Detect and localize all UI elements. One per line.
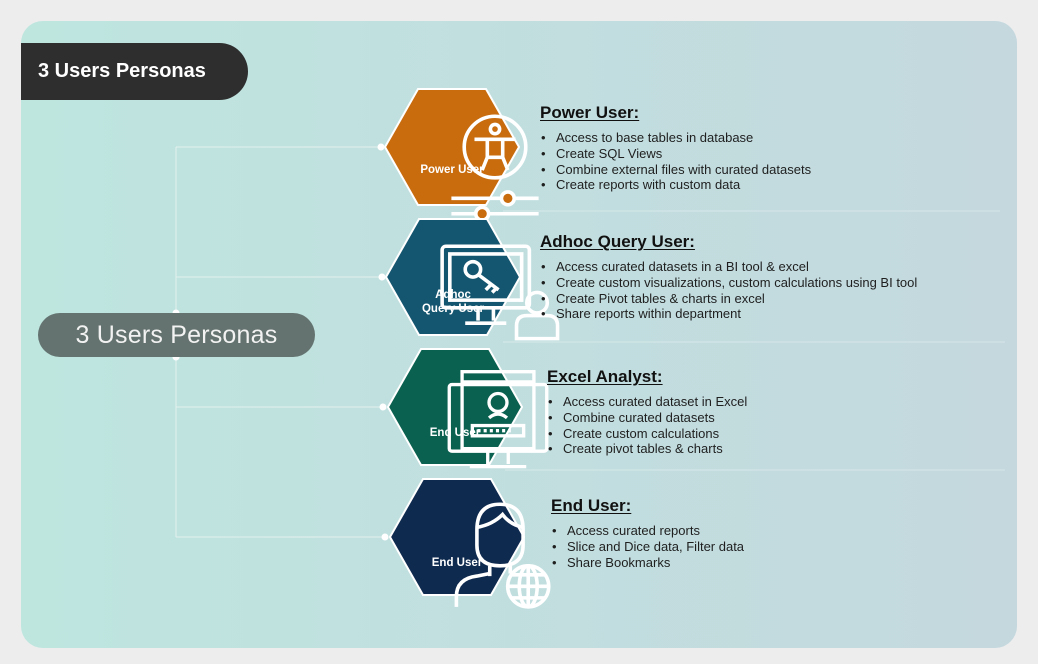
section-heading: Excel Analyst: bbox=[547, 367, 663, 386]
persona-hex-adhoc-query-user: Adhoc Query User bbox=[385, 218, 560, 341]
hex-label: Power User bbox=[420, 164, 484, 176]
bullet-item: Create Pivot tables & charts in excel bbox=[540, 291, 917, 307]
bullet-item: Create reports with custom data bbox=[540, 177, 811, 193]
bullet-list: Access to base tables in database Create… bbox=[540, 130, 811, 193]
bullet-item: Access curated datasets in a BI tool & e… bbox=[540, 259, 917, 275]
persona-hex-excel-analyst: End User bbox=[387, 348, 549, 469]
bullet-item: Create custom calculations bbox=[547, 426, 747, 442]
hex-label: End User bbox=[431, 557, 483, 569]
section-heading: End User: bbox=[551, 496, 632, 515]
hex-label-line-2: Query User bbox=[421, 303, 484, 315]
hex-label: Adhoc Query User bbox=[385, 288, 521, 316]
persona-section-power-user: Power User: Access to base tables in dat… bbox=[540, 102, 811, 193]
bullet-list: Access curated datasets in a BI tool & e… bbox=[540, 259, 917, 322]
accessibility-sliders-icon bbox=[427, 106, 539, 222]
persona-section-excel-analyst: Excel Analyst: Access curated dataset in… bbox=[547, 366, 747, 457]
bullet-item: Share Bookmarks bbox=[551, 555, 744, 571]
bullet-item: Share reports within department bbox=[540, 306, 917, 322]
center-node-label: 3 Users Personas bbox=[75, 320, 278, 349]
bullet-item: Create SQL Views bbox=[540, 146, 811, 162]
bullet-item: Access curated dataset in Excel bbox=[547, 394, 747, 410]
bullet-list: Access curated dataset in Excel Combine … bbox=[547, 394, 747, 457]
bullet-item: Access to base tables in database bbox=[540, 130, 811, 146]
monitor-key-user-icon bbox=[428, 236, 560, 341]
monitor-login-icon bbox=[430, 364, 549, 469]
section-heading: Power User: bbox=[540, 103, 640, 122]
section-heading: Adhoc Query User: bbox=[540, 232, 695, 251]
bullet-item: Create custom visualizations, custom cal… bbox=[540, 275, 917, 291]
title-badge: 3 Users Personas bbox=[21, 43, 248, 100]
hex-label: End User bbox=[429, 427, 481, 439]
bullet-item: Create pivot tables & charts bbox=[547, 441, 747, 457]
bullet-item: Access curated reports bbox=[551, 523, 744, 539]
center-node: 3 Users Personas bbox=[38, 313, 315, 357]
bullet-item: Combine external files with curated data… bbox=[540, 162, 811, 178]
bullet-item: Combine curated datasets bbox=[547, 410, 747, 426]
bullet-list: Access curated reports Slice and Dice da… bbox=[551, 523, 744, 570]
persona-hex-power-user: Power User bbox=[384, 88, 539, 222]
persona-section-adhoc-query-user: Adhoc Query User: Access curated dataset… bbox=[540, 231, 917, 322]
bullet-item: Slice and Dice data, Filter data bbox=[551, 539, 744, 555]
hex-label-line-1: Adhoc bbox=[435, 289, 471, 301]
user-globe-icon bbox=[432, 494, 551, 609]
page-title: 3 Users Personas bbox=[38, 60, 206, 82]
persona-hex-end-user: End User bbox=[389, 478, 551, 609]
persona-section-end-user: End User: Access curated reports Slice a… bbox=[551, 495, 744, 570]
